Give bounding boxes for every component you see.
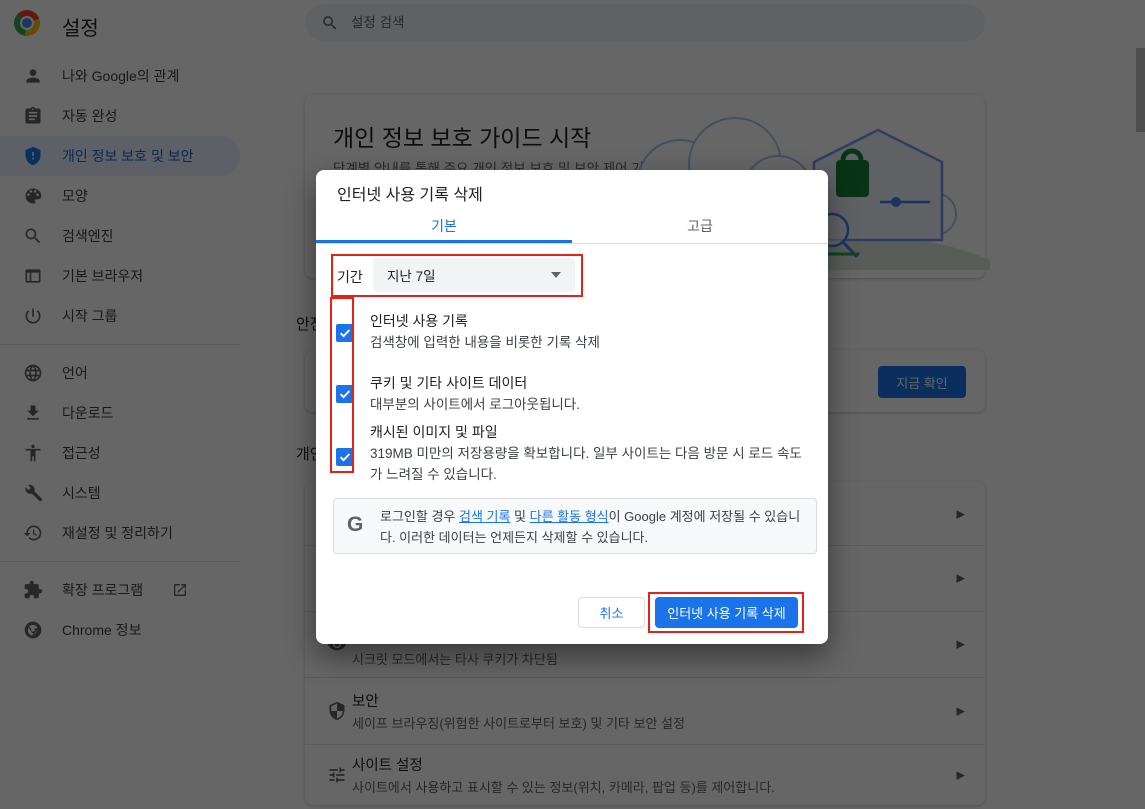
clear-browsing-data-dialog: 인터넷 사용 기록 삭제 기본 고급 기간 지난 7일 인터넷 사용 기록 검색…	[316, 170, 828, 644]
browsing-history-checkbox[interactable]	[336, 324, 354, 342]
checkbox-subtitle: 대부분의 사이트에서 로그아웃됩니다.	[370, 394, 806, 415]
time-range-select[interactable]: 지난 7일	[373, 258, 575, 292]
tab-advanced[interactable]: 고급	[572, 210, 828, 243]
notice-text: 로그인할 경우 검색 기록 및 다른 활동 형식이 Google 계정에 저장될…	[380, 506, 804, 548]
clear-data-button[interactable]: 인터넷 사용 기록 삭제	[655, 597, 798, 628]
check-icon	[338, 450, 352, 464]
checkbox-title: 쿠키 및 기타 사이트 데이터	[370, 373, 527, 393]
cached-images-checkbox[interactable]	[336, 448, 354, 466]
dropdown-arrow-icon	[551, 272, 561, 278]
check-icon	[338, 326, 352, 340]
dialog-title: 인터넷 사용 기록 삭제	[337, 181, 483, 205]
google-account-notice: G 로그인할 경우 검색 기록 및 다른 활동 형식이 Google 계정에 저…	[333, 498, 817, 554]
check-icon	[338, 387, 352, 401]
time-range-value: 지난 7일	[387, 265, 436, 285]
cancel-button[interactable]: 취소	[578, 597, 645, 628]
checkbox-subtitle: 검색창에 입력한 내용을 비롯한 기록 삭제	[370, 332, 806, 353]
other-activity-link[interactable]: 다른 활동 형식	[530, 509, 609, 524]
checkbox-title: 캐시된 이미지 및 파일	[370, 422, 498, 442]
search-history-link[interactable]: 검색 기록	[459, 509, 510, 524]
cookies-checkbox[interactable]	[336, 385, 354, 403]
tab-basic[interactable]: 기본	[316, 210, 572, 243]
google-g-icon: G	[347, 513, 363, 537]
checkbox-title: 인터넷 사용 기록	[370, 311, 468, 331]
tabs-divider	[316, 243, 828, 244]
checkbox-subtitle: 319MB 미만의 저장용량을 확보합니다. 일부 사이트는 다음 방문 시 로…	[370, 443, 806, 485]
time-range-label: 기간	[337, 267, 363, 287]
